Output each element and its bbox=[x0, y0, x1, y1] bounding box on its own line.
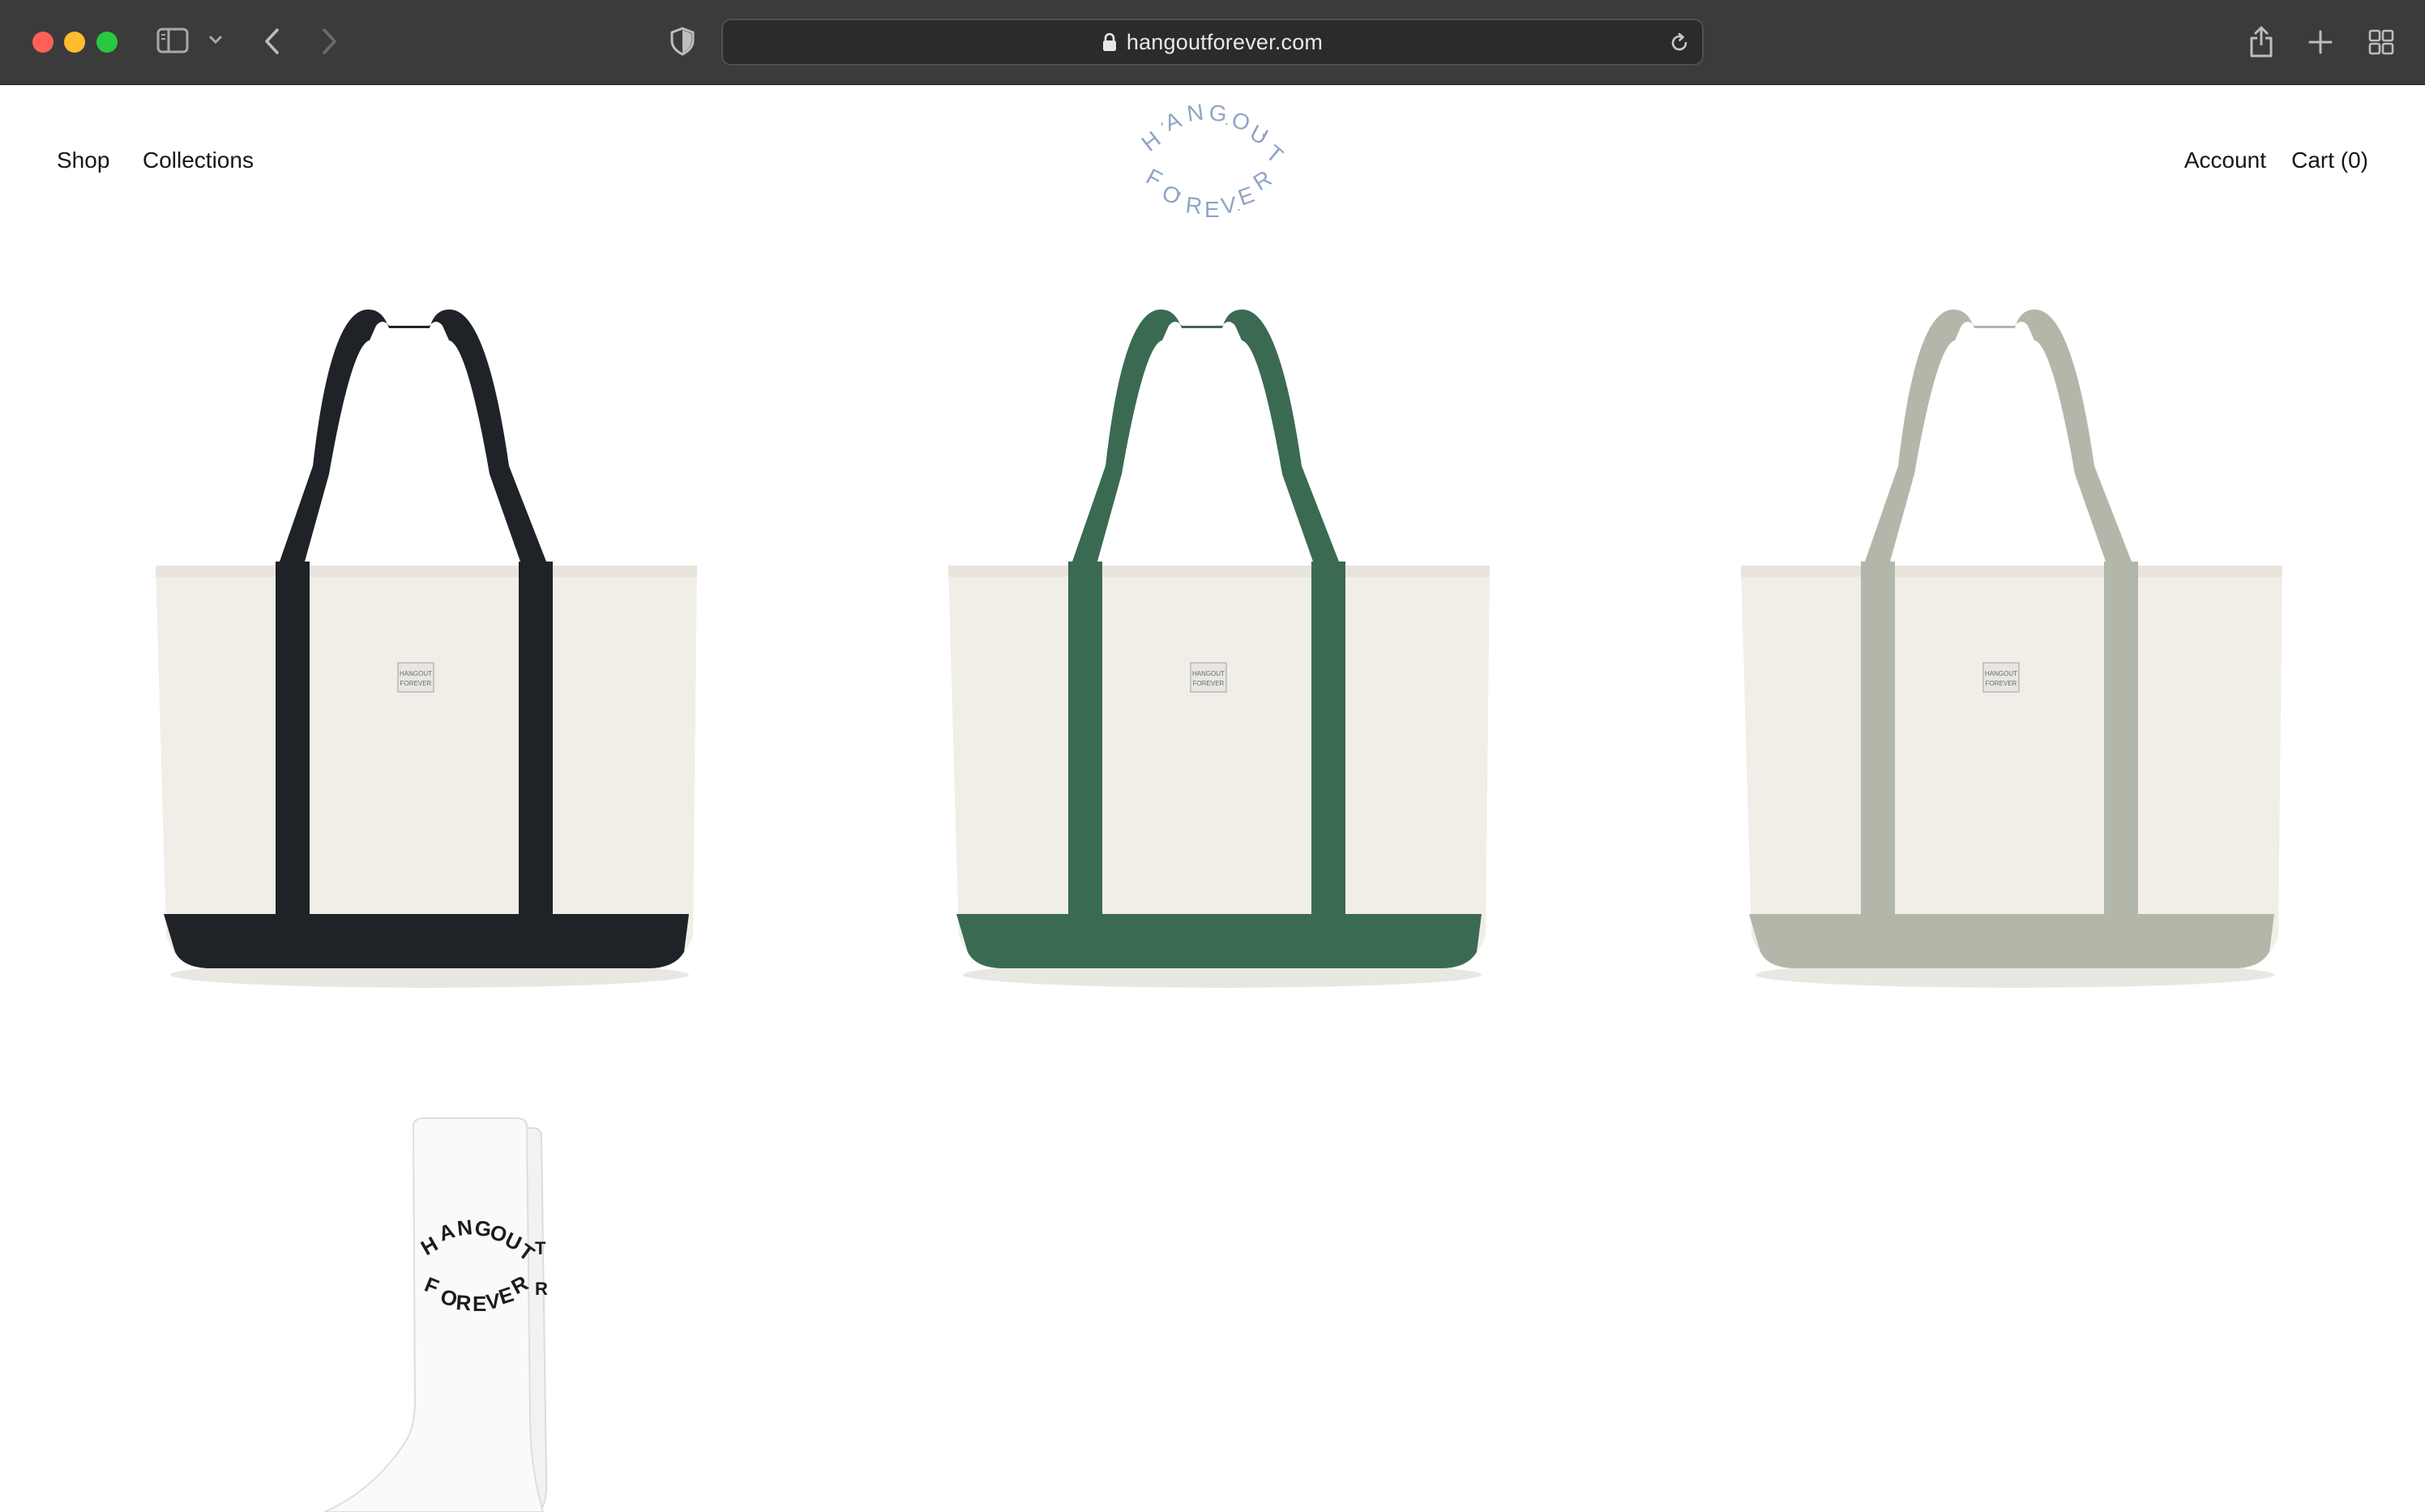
product-card-socks[interactable]: H A N G O U T F O R E V E R T R bbox=[324, 1110, 600, 1512]
brand-logo[interactable]: H ' A N G . O U ' T F O ' R E V . E R bbox=[1135, 99, 1289, 229]
svg-text:FOREVER: FOREVER bbox=[1986, 680, 2017, 687]
svg-text:HANGOUT: HANGOUT bbox=[1192, 670, 1225, 677]
svg-text:R: R bbox=[1249, 165, 1277, 195]
svg-text:F: F bbox=[1142, 164, 1166, 192]
product-image: HANGOUT FOREVER bbox=[156, 309, 697, 988]
shield-icon[interactable] bbox=[669, 27, 695, 56]
browser-toolbar: hangoutforever.com bbox=[0, 0, 2425, 85]
logo-bottom-arc: F O ' R E V . E R bbox=[1142, 164, 1276, 222]
nav-shop[interactable]: Shop bbox=[57, 147, 109, 173]
logo-top-arc: H ' A N G . O U ' T bbox=[1137, 99, 1289, 168]
zoom-window-button[interactable] bbox=[96, 32, 118, 53]
svg-text:N: N bbox=[1186, 99, 1205, 126]
close-window-button[interactable] bbox=[32, 32, 53, 53]
svg-text:R: R bbox=[535, 1279, 548, 1299]
product-image: H A N G O U T F O R E V E R T R bbox=[324, 1117, 548, 1512]
product-card-tote-sage[interactable]: HANGOUT FOREVER bbox=[1731, 292, 2299, 1005]
back-icon[interactable] bbox=[263, 28, 282, 55]
product-image: HANGOUT FOREVER bbox=[1741, 309, 2282, 988]
svg-text:.: . bbox=[1225, 112, 1229, 128]
lock-icon bbox=[1102, 32, 1117, 52]
url-text: hangoutforever.com bbox=[1126, 29, 1324, 54]
svg-text:A: A bbox=[1161, 107, 1185, 136]
svg-text:': ' bbox=[1178, 190, 1181, 206]
product-card-tote-black[interactable]: HANGOUT FOREVER bbox=[146, 292, 713, 1005]
svg-text:HANGOUT: HANGOUT bbox=[1985, 670, 2017, 677]
sidebar-icon[interactable] bbox=[156, 28, 189, 53]
nav-cart[interactable]: Cart (0) bbox=[2291, 147, 2368, 173]
nav-collections[interactable]: Collections bbox=[143, 147, 254, 173]
svg-text:T: T bbox=[535, 1238, 546, 1258]
product-image: HANGOUT FOREVER bbox=[948, 309, 1490, 988]
svg-text:E: E bbox=[1204, 197, 1220, 222]
site-header: Shop Collections H ' A N G . O U ' T F O… bbox=[0, 86, 2425, 232]
svg-text:FOREVER: FOREVER bbox=[1193, 680, 1225, 687]
svg-text:V: V bbox=[1220, 192, 1238, 219]
svg-text:': ' bbox=[1161, 120, 1163, 136]
nav-account[interactable]: Account bbox=[2184, 147, 2266, 173]
svg-text:FOREVER: FOREVER bbox=[400, 680, 432, 687]
plus-icon[interactable] bbox=[2307, 29, 2333, 55]
product-card-tote-green[interactable]: HANGOUT FOREVER bbox=[939, 292, 1506, 1005]
svg-text:O: O bbox=[1229, 107, 1252, 136]
forward-icon[interactable] bbox=[319, 28, 339, 55]
address-bar[interactable]: hangoutforever.com bbox=[721, 19, 1704, 66]
svg-text:R: R bbox=[455, 1290, 473, 1315]
minimize-window-button[interactable] bbox=[64, 32, 85, 53]
svg-text:N: N bbox=[455, 1215, 473, 1241]
svg-text:R: R bbox=[1184, 192, 1203, 219]
reload-icon[interactable] bbox=[1668, 32, 1691, 58]
chevron-down-icon[interactable] bbox=[207, 34, 224, 45]
share-icon[interactable] bbox=[2248, 24, 2274, 58]
tabs-grid-icon[interactable] bbox=[2368, 29, 2394, 55]
svg-text:': ' bbox=[1262, 131, 1264, 147]
svg-text:U: U bbox=[1246, 120, 1272, 150]
svg-text:HANGOUT: HANGOUT bbox=[400, 670, 432, 677]
